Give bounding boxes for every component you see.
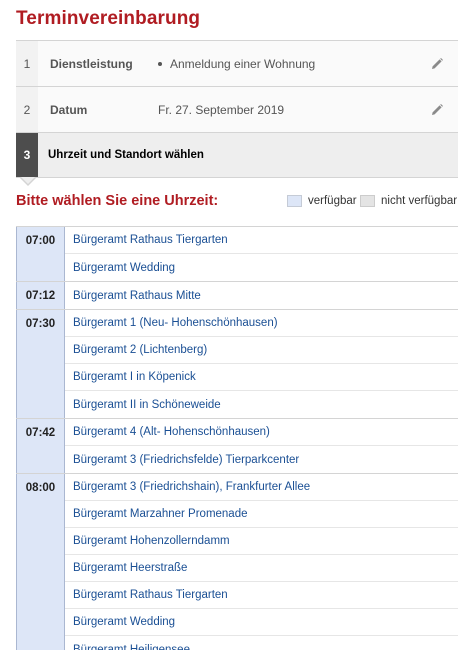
step-label: Uhrzeit und Standort wählen <box>48 149 204 161</box>
time-slot-group: 07:00 Bürgeramt Rathaus Tiergarten Bürgera… <box>16 227 458 282</box>
office-link[interactable]: Bürgeramt 3 (Friedrichshain), Frankfurte… <box>65 474 458 501</box>
legend-available-label: verfügbar <box>308 195 357 207</box>
pencil-icon[interactable] <box>430 57 444 71</box>
office-list: Bürgeramt 1 (Neu- Hohenschönhausen) Bürge… <box>65 310 458 418</box>
time-prompt: Bitte wählen Sie eine Uhrzeit: <box>16 193 219 209</box>
time-slot-table: 07:00 Bürgeramt Rathaus Tiergarten Bürgera… <box>16 226 458 650</box>
time-label: 08:00 <box>16 474 65 650</box>
active-step-caret <box>20 177 36 186</box>
time-label: 07:12 <box>16 282 65 309</box>
office-link[interactable]: Bürgeramt Wedding <box>65 254 458 281</box>
office-link[interactable]: Bürgeramt II in Schöneweide <box>65 391 458 418</box>
office-link[interactable]: Bürgeramt Rathaus Mitte <box>65 282 458 309</box>
legend-unavailable-label: nicht verfügbar <box>381 195 458 207</box>
service-name: Anmeldung einer Wohnung <box>170 56 316 71</box>
time-slot-group: 07:42 Bürgeramt 4 (Alt- Hohenschönhausen)… <box>16 419 458 474</box>
office-link[interactable]: Bürgeramt 2 (Lichtenberg) <box>65 337 458 364</box>
office-link[interactable]: Bürgeramt 3 (Friedrichsfelde) Tierparkce… <box>65 446 458 473</box>
office-link[interactable]: Bürgeramt Marzahner Promenade <box>65 501 458 528</box>
office-list: Bürgeramt Rathaus Tiergarten Bürgeramt We… <box>65 227 458 281</box>
step-service: 1 Dienstleistung Anmeldung einer Wohnung <box>16 40 458 86</box>
time-slot-group: 07:30 Bürgeramt 1 (Neu- Hohenschönhausen)… <box>16 310 458 419</box>
office-list: Bürgeramt 3 (Friedrichshain), Frankfurte… <box>65 474 458 650</box>
step-number: 2 <box>16 87 38 132</box>
step-number: 3 <box>16 133 38 177</box>
time-label: 07:30 <box>16 310 65 418</box>
legend-available: verfügbar <box>287 195 357 207</box>
office-link[interactable]: Bürgeramt Wedding <box>65 609 458 636</box>
time-label: 07:42 <box>16 419 65 473</box>
bullet-icon <box>158 61 162 66</box>
time-slot-group: 07:12 Bürgeramt Rathaus Mitte <box>16 282 458 310</box>
step-value: Fr. 27. September 2019 <box>158 102 285 117</box>
time-label: 07:00 <box>16 227 65 281</box>
pencil-icon[interactable] <box>430 103 444 117</box>
unavailable-swatch <box>360 195 375 207</box>
office-list: Bürgeramt 4 (Alt- Hohenschönhausen) Bürge… <box>65 419 458 473</box>
office-list: Bürgeramt Rathaus Mitte <box>65 282 458 309</box>
office-link[interactable]: Bürgeramt I in Köpenick <box>65 364 458 391</box>
office-link[interactable]: Bürgeramt Heerstraße <box>65 555 458 582</box>
office-link[interactable]: Bürgeramt Rathaus Tiergarten <box>65 582 458 609</box>
office-link[interactable]: Bürgeramt 1 (Neu- Hohenschönhausen) <box>65 310 458 337</box>
office-link[interactable]: Bürgeramt Rathaus Tiergarten <box>65 227 458 254</box>
available-swatch <box>287 195 302 207</box>
step-time-location: 3 Uhrzeit und Standort wählen <box>16 132 458 178</box>
step-label: Dienstleistung <box>50 56 133 71</box>
wizard-steps: 1 Dienstleistung Anmeldung einer Wohnung… <box>16 40 458 178</box>
office-link[interactable]: Bürgeramt 4 (Alt- Hohenschönhausen) <box>65 419 458 446</box>
step-date: 2 Datum Fr. 27. September 2019 <box>16 86 458 132</box>
office-link[interactable]: Bürgeramt Hohenzollerndamm <box>65 528 458 555</box>
step-label: Datum <box>50 102 88 117</box>
step-value: Anmeldung einer Wohnung <box>158 57 315 71</box>
step-number: 1 <box>16 41 38 86</box>
legend-unavailable: nicht verfügbar <box>360 195 457 207</box>
office-link[interactable]: Bürgeramt Heiligensee <box>65 636 458 650</box>
time-slot-group: 08:00 Bürgeramt 3 (Friedrichshain), Frank… <box>16 474 458 650</box>
page-title: Terminvereinbarung <box>16 8 201 29</box>
